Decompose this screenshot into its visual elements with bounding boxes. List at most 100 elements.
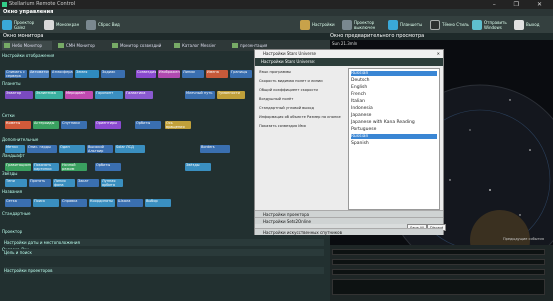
projector-settings-row[interactable]: Настройки проекторов (4, 267, 324, 274)
chip[interactable]: Линия фона (53, 179, 75, 187)
chip[interactable]: Зодиак (101, 70, 125, 78)
dialog-footer-projector[interactable]: Настройки проектора (255, 210, 443, 217)
cmh-icon (58, 43, 64, 48)
chip[interactable]: Высокий Альтаир (87, 145, 113, 153)
language-item[interactable]: Spanish (351, 141, 437, 146)
tab-sky-monitor[interactable]: Небо Монитор (2, 41, 52, 50)
chip[interactable]: Координаты (89, 199, 115, 207)
chip[interactable]: Сетка (5, 199, 31, 207)
language-selected[interactable]: Russian (351, 71, 437, 76)
section-landscape: Ландшафт (2, 153, 25, 158)
chip[interactable]: Закат (77, 179, 99, 187)
option-label: Показать созвездия Имя (259, 124, 306, 128)
section-extra: Дополнительные (2, 137, 39, 142)
target-search-row[interactable]: Цель и поиск (4, 249, 324, 256)
chip[interactable]: Орбиты (95, 163, 121, 171)
chip[interactable]: Ось вращения (165, 121, 191, 129)
chip[interactable]: Экватор (5, 91, 33, 99)
moon-icon (430, 19, 440, 30)
chip[interactable]: Показать картинки (33, 163, 59, 171)
chip[interactable]: Линии (182, 70, 204, 78)
tablets-button[interactable]: Планшеты (388, 18, 428, 31)
power-icon (514, 19, 524, 30)
close-icon[interactable]: ✕ (437, 50, 440, 58)
chip[interactable]: Атмосфера (51, 70, 73, 78)
chip[interactable]: Справка (61, 199, 87, 207)
chip[interactable]: Млечный путь (185, 91, 215, 99)
preview-controls (330, 245, 553, 301)
chip[interactable]: Тени (5, 179, 27, 187)
language-item[interactable]: Russian (351, 134, 437, 139)
dark-style-button[interactable]: Тёмно Стиль (430, 18, 470, 31)
command-field[interactable] (332, 259, 545, 265)
chip[interactable]: Границы (230, 70, 252, 78)
language-item[interactable]: Japanese (351, 113, 437, 118)
chip[interactable]: Эклиптика (35, 91, 63, 99)
language-item[interactable]: Indonesia (351, 106, 437, 111)
chip[interactable]: Спутники (61, 121, 87, 129)
chip[interactable]: Изображения (158, 70, 180, 78)
chip[interactable]: Горизонт (95, 91, 123, 99)
chip[interactable]: Имена (206, 70, 228, 78)
dialog-footer-sets2online[interactable]: Настройки Sets2Online (255, 217, 443, 224)
chip[interactable]: Borders (200, 145, 230, 153)
chip[interactable]: Земля (75, 70, 99, 78)
send-windows-button[interactable]: Отправить Windows (472, 18, 512, 31)
section-planets: Планеты (2, 81, 21, 86)
datetime-settings-row[interactable]: Настройки даты и местоположения (4, 239, 324, 246)
chip[interactable]: Гравитационные (5, 163, 31, 171)
window-title: Stellarium Remote Control (9, 1, 76, 7)
chip[interactable]: Снимать с сервера (5, 70, 27, 78)
settings-button[interactable]: Настройки (300, 18, 340, 31)
chip[interactable]: Прятать (29, 179, 51, 187)
tab-constellation-monitor[interactable]: Монитор созвездий (110, 41, 170, 50)
monitor-window-title: Окно монитора (3, 33, 44, 39)
reset-view-button[interactable]: Сброс Вид (86, 18, 126, 31)
chip[interactable]: Опис. гарды (27, 145, 57, 153)
chip[interactable]: Астероиды (33, 121, 59, 129)
chip[interactable]: Туманности (217, 91, 245, 99)
chip[interactable]: Кометы (5, 121, 31, 129)
tab-messier-catalog[interactable]: Каталог Messier (172, 41, 228, 50)
monoscreen-button[interactable]: Моноэкран (44, 18, 84, 31)
chip[interactable]: Метки (5, 145, 25, 153)
projector-button[interactable]: Проектор Galez (2, 18, 42, 31)
tab-cmh-monitor[interactable]: CMH Монитор (56, 41, 106, 50)
language-item[interactable]: English (351, 85, 437, 90)
monoscreen-icon (44, 19, 54, 30)
presentation-icon (232, 43, 238, 48)
language-item[interactable]: Portuguese (351, 127, 437, 132)
section-projector: Проектор (2, 229, 23, 234)
chip[interactable]: Галактика (125, 91, 153, 99)
chip[interactable]: Один (59, 145, 85, 153)
chip[interactable]: Меридиан (65, 91, 93, 99)
chip[interactable]: Ориентиры (95, 121, 121, 129)
language-list[interactable]: Russian Deutsch English French Italian I… (348, 68, 440, 210)
language-item[interactable]: Deutsch (351, 78, 437, 83)
chip[interactable]: Шкала (117, 199, 143, 207)
window-controls[interactable]: – ❐ ✕ (493, 0, 550, 9)
chip[interactable]: Лунная орбита (101, 179, 123, 187)
preview-info: Sun 21.3mln (332, 41, 358, 46)
exit-button[interactable]: Выход (514, 18, 551, 31)
chip[interactable]: Solar ЛСД (115, 145, 145, 153)
chip[interactable]: Автоматически (29, 70, 49, 78)
option-label: Общий коэффициент скорости (259, 88, 318, 92)
language-item[interactable]: Italian (351, 99, 437, 104)
command-field[interactable] (332, 249, 545, 255)
chip[interactable]: Выбор (145, 199, 171, 207)
command-field[interactable] (332, 269, 545, 275)
language-item[interactable]: Japanese with Kana Reading (351, 120, 437, 125)
projector-off-button[interactable]: Проектор выключен (342, 18, 386, 31)
language-item[interactable]: French (351, 92, 437, 97)
chip[interactable]: Ночной режим (61, 163, 87, 171)
dialog-footer-satellites[interactable]: Настройки искусственных спутников (255, 228, 443, 235)
option-label: Язык программы (259, 70, 292, 74)
preview-window-title: Окно предварительного просмотра (330, 33, 425, 39)
dialog-titlebar: Настройки Stars Universe ✕ (255, 50, 443, 58)
chip[interactable]: Орбиты (135, 121, 161, 129)
section-standard: Стандартные (2, 211, 31, 216)
chip[interactable]: Звёзды (185, 163, 211, 171)
chip[interactable]: Поиск (33, 199, 59, 207)
chip[interactable]: Созвездия (136, 70, 156, 78)
